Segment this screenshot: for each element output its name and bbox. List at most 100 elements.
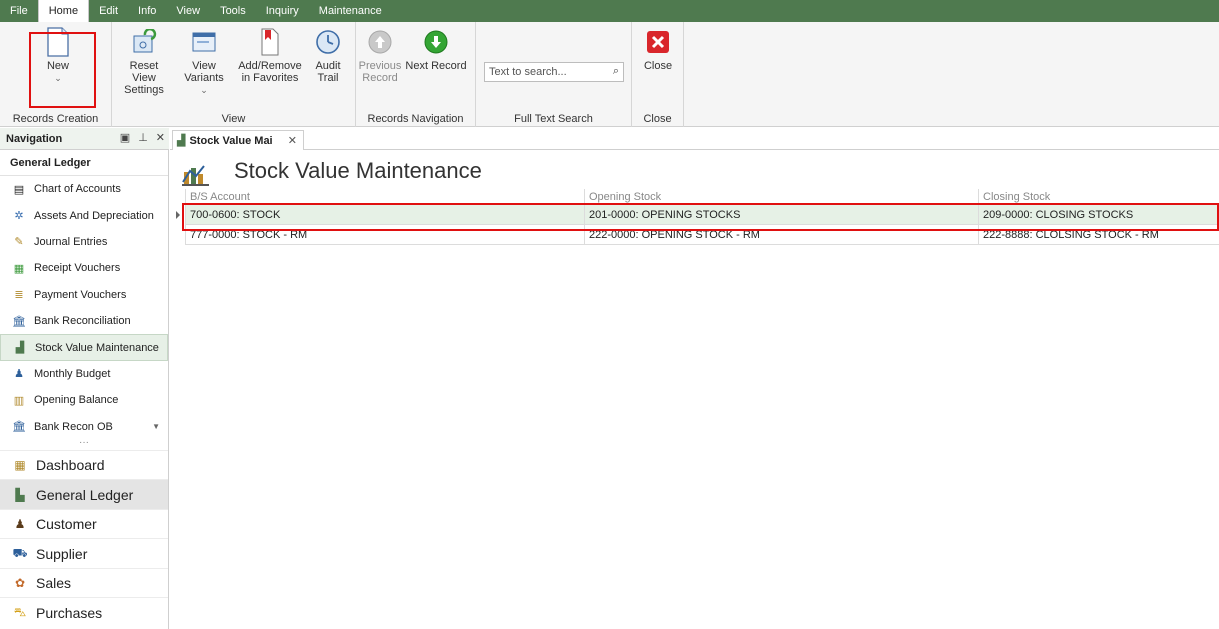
sales-icon: ✿	[14, 576, 26, 591]
window-options-icon[interactable]: ▣	[120, 131, 130, 144]
reset-view-label: Reset View Settings	[124, 60, 164, 96]
payment-icon: ≣	[14, 289, 24, 302]
navigation-panel: General Ledger ▤ Chart of Accounts ✲ Asset…	[0, 150, 169, 629]
dashboard-icon: ▦	[14, 458, 26, 473]
ribbon: New ⌄ Records Creation Reset View Settin…	[0, 22, 1219, 127]
menu-view[interactable]: View	[166, 0, 210, 22]
table-icon: ▥	[13, 394, 25, 407]
module-customer[interactable]: ♟ Customer	[0, 508, 168, 539]
search-input[interactable]: Text to search... ⌕	[484, 62, 624, 82]
nav-item-label: Stock Value Maintenance	[35, 341, 159, 354]
view-variants-label: View Variants	[184, 60, 224, 84]
view-variants-icon	[190, 28, 218, 56]
nav-item-label: Receipt Vouchers	[34, 262, 121, 275]
ledger-icon: ▙	[15, 487, 25, 502]
nav-item-label: Journal Entries	[34, 235, 108, 248]
stock-value-icon	[182, 165, 209, 186]
nav-item-stock-value-maintenance[interactable]: ▟ Stock Value Maintenance	[0, 334, 168, 361]
previous-record-label: Previous Record	[358, 60, 402, 84]
reset-view-settings-button[interactable]: Reset View Settings	[118, 28, 170, 96]
nav-item-journal-entries[interactable]: ✎ Journal Entries	[0, 229, 168, 255]
group-close: Close Close	[632, 22, 684, 127]
column-header-opening-stock[interactable]: Opening Stock	[584, 189, 978, 204]
document-tab-strip: ▟ Stock Value Mai ✕	[170, 128, 1219, 150]
group-view: Reset View Settings View Variants ⌄ Add/…	[112, 22, 356, 127]
nav-item-assets-and-depreciation[interactable]: ✲ Assets And Depreciation	[0, 202, 168, 228]
reset-view-icon	[130, 28, 158, 56]
budget-icon: ♟	[14, 368, 24, 381]
previous-record-button[interactable]: Previous Record	[358, 28, 402, 84]
nav-item-receipt-vouchers[interactable]: ▦ Receipt Vouchers	[0, 255, 168, 281]
chevron-down-icon: ⌄	[200, 85, 208, 95]
splitter-handle[interactable]: ···	[0, 437, 168, 450]
favorites-icon	[256, 28, 284, 56]
module-label: Purchases	[36, 604, 103, 621]
nav-item-bank-recon-ob[interactable]: 🏛 Bank Recon OB ▼	[0, 414, 168, 440]
full-text-search-caption: Full Text Search	[514, 113, 593, 125]
add-remove-favorites-button[interactable]: Add/Remove in Favorites	[238, 28, 302, 84]
pencil-icon: ✎	[14, 236, 24, 249]
bank-icon: 🏛	[12, 315, 26, 328]
chart-icon: ▟	[15, 342, 25, 355]
favorites-label: Add/Remove in Favorites	[238, 60, 302, 84]
records-navigation-caption: Records Navigation	[367, 113, 464, 125]
tab-stock-value-maintenance[interactable]: ▟ Stock Value Mai ✕	[172, 130, 304, 150]
nav-item-label: Chart of Accounts	[34, 183, 121, 196]
scroll-down-icon[interactable]: ▼	[152, 422, 160, 431]
nav-item-monthly-budget[interactable]: ♟ Monthly Budget	[0, 361, 168, 387]
navigation-title: Navigation	[6, 132, 63, 145]
view-variants-button[interactable]: View Variants ⌄	[174, 28, 234, 96]
bank-icon: 🏛	[12, 421, 26, 434]
close-tab-icon[interactable]: ✕	[288, 134, 297, 147]
highlight-first-row	[182, 203, 1219, 231]
row-indicator-icon	[176, 211, 180, 219]
view-caption: View	[221, 113, 246, 125]
highlight-new-button	[29, 32, 96, 108]
close-caption: Close	[643, 113, 672, 125]
audit-trail-button[interactable]: Audit Trail	[306, 28, 350, 84]
column-header-closing-stock[interactable]: Closing Stock	[978, 189, 1219, 204]
module-dashboard[interactable]: ▦ Dashboard	[0, 449, 168, 480]
menu-bar: File Home Edit Info View Tools Inquiry M…	[0, 0, 1219, 22]
pin-icon[interactable]: ⊥	[138, 131, 148, 144]
tab-label: Stock Value Mai	[189, 134, 273, 147]
menu-home[interactable]: Home	[37, 0, 90, 22]
purchases-icon: ⛍	[13, 604, 27, 619]
close-icon	[644, 28, 672, 56]
menu-inquiry[interactable]: Inquiry	[256, 0, 309, 22]
nav-item-label: Opening Balance	[34, 394, 119, 407]
group-records-navigation: Previous Record Next Record Records Navi…	[356, 22, 476, 127]
arrow-up-icon	[366, 28, 394, 56]
next-record-button[interactable]: Next Record	[404, 28, 468, 72]
search-icon: ⌕	[612, 65, 619, 77]
nav-item-bank-reconciliation[interactable]: 🏛 Bank Reconciliation	[0, 308, 168, 334]
menu-maintenance[interactable]: Maintenance	[309, 0, 392, 22]
close-label: Close	[643, 60, 673, 72]
gear-icon: ✲	[14, 210, 24, 223]
nav-item-opening-balance[interactable]: ▥ Opening Balance	[0, 387, 168, 413]
supplier-icon: ⛟	[12, 545, 28, 560]
module-general-ledger[interactable]: ▙ General Ledger	[0, 479, 168, 509]
audit-trail-label: Audit Trail	[315, 60, 341, 84]
nav-item-label: Payment Vouchers	[34, 288, 127, 301]
menu-edit[interactable]: Edit	[89, 0, 128, 22]
close-button[interactable]: Close	[640, 28, 676, 72]
nav-section-general-ledger[interactable]: General Ledger	[0, 150, 168, 176]
nav-item-label: Bank Recon OB	[34, 420, 113, 433]
arrow-down-icon	[422, 28, 450, 56]
nav-item-label: Monthly Budget	[34, 367, 111, 380]
menu-tools[interactable]: Tools	[210, 0, 256, 22]
nav-item-payment-vouchers[interactable]: ≣ Payment Vouchers	[0, 282, 168, 308]
module-purchases[interactable]: ⛍ Purchases	[0, 597, 168, 627]
receipt-icon: ▦	[13, 262, 25, 275]
search-placeholder: Text to search...	[489, 66, 567, 78]
module-supplier[interactable]: ⛟ Supplier	[0, 538, 168, 568]
navigation-header: Navigation ▣ ⊥ ✕	[0, 128, 169, 150]
module-label: Supplier	[36, 545, 88, 562]
column-header-bs-account[interactable]: B/S Account	[185, 189, 584, 204]
close-panel-icon[interactable]: ✕	[156, 131, 165, 144]
menu-info[interactable]: Info	[128, 0, 166, 22]
nav-item-chart-of-accounts[interactable]: ▤ Chart of Accounts	[0, 176, 168, 202]
module-sales[interactable]: ✿ Sales	[0, 567, 168, 598]
menu-file[interactable]: File	[0, 0, 38, 22]
